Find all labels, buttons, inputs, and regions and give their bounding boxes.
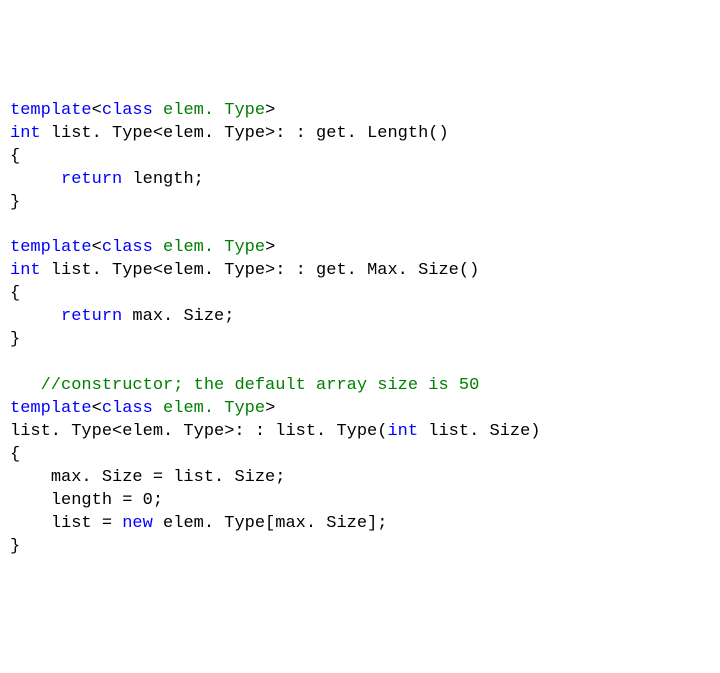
keyword-int: int xyxy=(387,422,418,441)
fn3-open: { xyxy=(10,445,20,464)
keyword-template: template xyxy=(10,399,92,418)
fn1-close: } xyxy=(10,193,20,212)
fn3-close: } xyxy=(10,537,20,556)
space xyxy=(153,101,163,120)
space xyxy=(153,238,163,257)
fn3-l3b: elem. Type[max. Size]; xyxy=(153,514,388,533)
angle-close: > xyxy=(265,101,275,120)
fn1-sig: list. Type<elem. Type>: : get. Length() xyxy=(41,124,449,143)
fn2-open: { xyxy=(10,284,20,303)
angle-open: < xyxy=(92,238,102,257)
keyword-return: return xyxy=(61,307,122,326)
keyword-class: class xyxy=(102,101,153,120)
fn3-l1: max. Size = list. Size; xyxy=(51,468,286,487)
fn3-l2: length = 0; xyxy=(51,491,163,510)
keyword-class: class xyxy=(102,399,153,418)
fn2-sig: list. Type<elem. Type>: : get. Max. Size… xyxy=(41,261,480,280)
fn2-ret: max. Size; xyxy=(122,307,234,326)
angle-close: > xyxy=(265,238,275,257)
space xyxy=(153,399,163,418)
keyword-int: int xyxy=(10,261,41,280)
fn3-sig-before: list. Type<elem. Type>: : list. Type( xyxy=(10,422,387,441)
keyword-template: template xyxy=(10,101,92,120)
keyword-int: int xyxy=(10,124,41,143)
angle-close: > xyxy=(265,399,275,418)
angle-open: < xyxy=(92,101,102,120)
fn1-open: { xyxy=(10,147,20,166)
keyword-return: return xyxy=(61,170,122,189)
keyword-class: class xyxy=(102,238,153,257)
comment-constructor: //constructor; the default array size is… xyxy=(41,376,480,395)
keyword-template: template xyxy=(10,238,92,257)
type-elemtype: elem. Type xyxy=(163,238,265,257)
fn1-ret: length; xyxy=(122,170,204,189)
type-elemtype: elem. Type xyxy=(163,399,265,418)
type-elemtype: elem. Type xyxy=(163,101,265,120)
fn3-sig-after: list. Size) xyxy=(418,422,540,441)
fn2-close: } xyxy=(10,330,20,349)
code-block: template<class elem. Type> int list. Typ… xyxy=(10,100,710,559)
keyword-new: new xyxy=(122,514,153,533)
angle-open: < xyxy=(92,399,102,418)
fn3-l3a: list = xyxy=(51,514,122,533)
